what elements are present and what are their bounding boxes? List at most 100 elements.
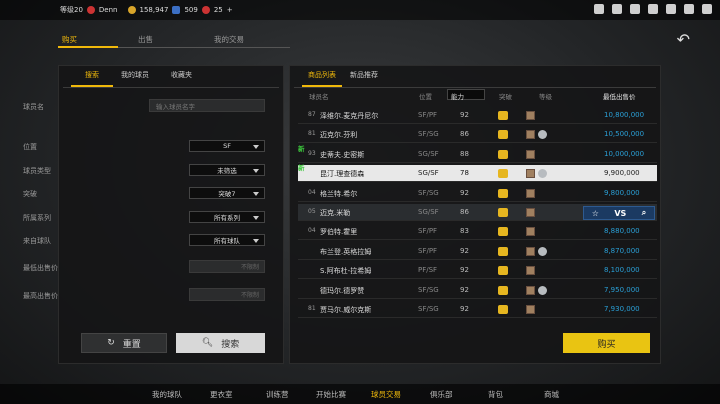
profile-icon[interactable]: [594, 4, 604, 14]
table-row[interactable]: 93 史蒂夫.史密斯 SG/SF 88 10,000,000 新: [298, 144, 657, 163]
breakthrough-cap-icon: [498, 208, 508, 217]
price: 9,800,000: [604, 188, 640, 197]
player-type-dropdown[interactable]: 未筛选: [189, 164, 265, 176]
compare-vs-button[interactable]: VS: [614, 209, 626, 218]
subtab-search[interactable]: 搜索: [85, 70, 99, 80]
nav-item[interactable]: 训练营: [266, 389, 289, 400]
nav-item[interactable]: 商城: [544, 389, 559, 400]
subtab-my-players[interactable]: 我的球员: [121, 70, 149, 80]
nav-item[interactable]: 球员交易: [371, 389, 401, 400]
player-position: PF/SF: [418, 266, 438, 275]
position-dropdown[interactable]: SF: [189, 140, 265, 152]
refresh-icon: ↻: [107, 338, 115, 348]
shield-icon[interactable]: [684, 4, 694, 14]
bottom-nav: 我的球队 更衣室 训练营 开始比赛 球员交易 俱乐部 背包 商城: [0, 384, 720, 404]
table-row[interactable]: 昆汀.理查德森 SG/SF 78 9,900,000 新: [298, 164, 657, 183]
search-button[interactable]: 🔍︎ 搜索: [176, 333, 265, 353]
col-lowest-price[interactable]: 最低出售价: [603, 91, 636, 101]
row-actions: ☆ VS ⌕: [583, 206, 655, 220]
player-name-input[interactable]: 输入球员名字: [149, 99, 265, 112]
player-rating: 78: [460, 169, 469, 178]
breakthrough-cap-icon: [498, 111, 508, 120]
card-number: 04: [308, 188, 316, 196]
tier-gem-icon: [526, 111, 535, 120]
player-rating: 92: [460, 285, 469, 294]
col-player[interactable]: 球员名: [309, 91, 329, 101]
player-name: 德玛尔.德罗赞: [320, 286, 365, 295]
tier-gem-icon: [526, 169, 535, 179]
reset-label: 重置: [122, 339, 141, 350]
player-rating: 86: [460, 208, 469, 216]
tier-gem-icon: [526, 227, 535, 237]
video-icon[interactable]: [648, 4, 658, 14]
points-count: 25: [213, 6, 223, 14]
table-row[interactable]: 81 迈克尔.芬利 SF/SG 86 10,500,000: [298, 126, 657, 144]
breakthrough-cap-icon: [498, 149, 508, 159]
team-dropdown[interactable]: 所有球队: [189, 234, 265, 246]
coin-icon: [127, 6, 136, 14]
player-name: S.阿布杜-拉希姆: [320, 267, 372, 276]
player-type-label: 球员类型: [23, 167, 51, 175]
table-row[interactable]: 87 泽维尔.麦克丹尼尔 SF/PF 92 10,800,000: [298, 107, 657, 124]
series-dropdown[interactable]: 所有系列: [189, 211, 265, 223]
secondary-gem-icon: [538, 285, 547, 295]
tab-buy[interactable]: 购买: [62, 34, 77, 45]
subtab-listings[interactable]: 商品列表: [308, 70, 336, 80]
team-label: 来自球队: [23, 237, 51, 245]
player-name: 布兰登.英格拉姆: [320, 247, 372, 256]
username: Denn: [98, 6, 118, 14]
bell-icon[interactable]: [612, 4, 622, 14]
card-number: 87: [308, 111, 316, 118]
tier-gem-icon: [526, 188, 535, 198]
col-ability-dropdown[interactable]: 能力: [447, 89, 485, 101]
player-rating: 92: [460, 188, 469, 197]
price: 10,500,000: [604, 130, 645, 139]
settings-icon[interactable]: [666, 4, 676, 14]
subtab-favorites[interactable]: 收藏夹: [171, 70, 192, 80]
table-row[interactable]: 04 格兰特.希尔 SF/SG 92 9,800,000: [298, 185, 657, 202]
back-arrow-icon[interactable]: ↶: [677, 30, 690, 49]
max-price-input[interactable]: 不限制: [189, 288, 265, 301]
player-rating: 83: [460, 227, 469, 236]
table-row[interactable]: S.阿布杜-拉希姆 PF/SF 92 8,100,000: [298, 262, 657, 280]
reset-button[interactable]: ↻ 重置: [81, 333, 167, 353]
nav-item[interactable]: 俱乐部: [430, 389, 453, 400]
table-row[interactable]: 德玛尔.德罗赞 SF/SG 92 7,950,000: [298, 282, 657, 299]
nav-item[interactable]: 开始比赛: [316, 389, 346, 400]
breakthrough-dropdown[interactable]: 突破7: [189, 187, 265, 199]
friends-icon[interactable]: [630, 4, 640, 14]
exit-icon[interactable]: [702, 4, 712, 14]
max-price-label: 最高出售价: [23, 292, 58, 300]
buy-button[interactable]: 购买: [563, 333, 650, 353]
new-badge: 新: [298, 144, 305, 153]
player-position: SF/SG: [418, 285, 439, 294]
favorite-star-icon[interactable]: ☆: [592, 209, 599, 218]
tier-gem-icon: [526, 266, 535, 276]
search-label: 搜索: [221, 339, 240, 350]
col-position[interactable]: 位置: [419, 91, 432, 101]
nav-item[interactable]: 我的球队: [152, 389, 182, 400]
table-row[interactable]: 81 贾马尔.威尔克斯 SF/SG 92 7,930,000: [298, 301, 657, 318]
inspect-search-icon[interactable]: ⌕: [642, 208, 646, 218]
player-position: SG/SF: [418, 208, 439, 216]
min-price-input[interactable]: 不限制: [189, 260, 265, 273]
nav-item[interactable]: 背包: [488, 389, 503, 400]
col-breakthrough[interactable]: 突破: [499, 91, 512, 101]
tab-sell[interactable]: 出售: [138, 34, 153, 45]
breakthrough-label: 突破: [23, 190, 37, 198]
tab-my-trades[interactable]: 我的交易: [214, 34, 244, 45]
vc-count: 509: [184, 6, 198, 14]
price: 7,930,000: [604, 305, 640, 313]
coin-count: 158,947: [139, 6, 169, 14]
col-tier[interactable]: 等级: [539, 91, 552, 101]
subtab-new-arrivals[interactable]: 新品推荐: [350, 70, 378, 80]
player-position: SG/SF: [418, 169, 439, 178]
player-name: 迈克.米勒: [320, 209, 351, 217]
breakthrough-cap-icon: [498, 305, 508, 314]
table-row[interactable]: 布兰登.英格拉姆 SF/PF 92 8,870,000: [298, 243, 657, 260]
table-row[interactable]: 04 罗伯特.霍里 SF/PF 83 8,880,000: [298, 223, 657, 241]
nav-item[interactable]: 更衣室: [210, 389, 233, 400]
add-currency-button[interactable]: +: [227, 6, 233, 14]
tier-gem-icon: [526, 246, 535, 256]
player-position: SG/SF: [418, 149, 439, 158]
